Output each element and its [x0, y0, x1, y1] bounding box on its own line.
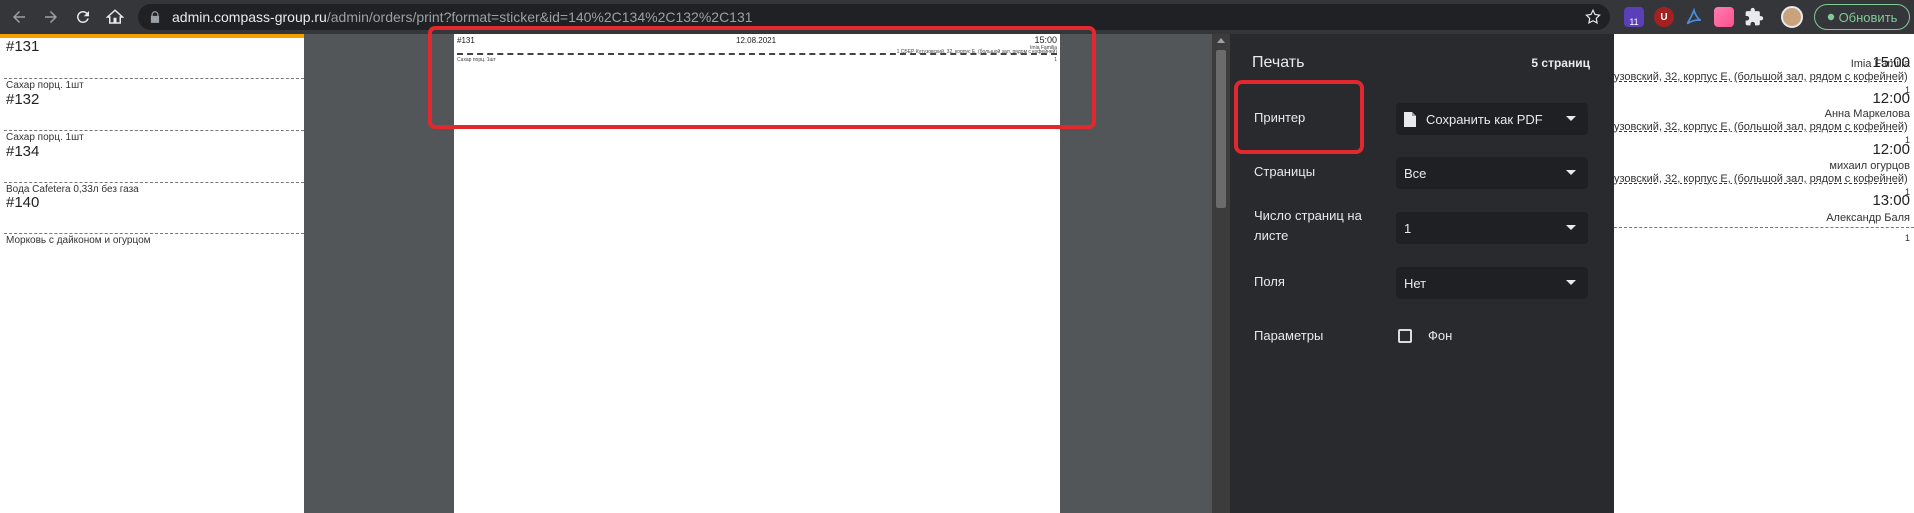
acrobat-icon — [1686, 7, 1702, 25]
extension-u-label: U — [1660, 11, 1668, 23]
chevron-down-icon — [1566, 170, 1576, 175]
background-label[interactable]: Фон — [1428, 328, 1452, 343]
delivery-address: узовский, 32, корпус Е, (большой зал, ря… — [1614, 121, 1908, 133]
lock-icon — [150, 11, 160, 23]
margins-label: Поля — [1254, 274, 1285, 289]
order-item: Сахар порц. 1шт — [6, 80, 84, 91]
customer-name: Анна Маркелова — [1824, 108, 1910, 120]
pages-per-sheet-select[interactable]: 1 — [1396, 212, 1588, 244]
order-time: 13:00 — [1872, 192, 1910, 209]
order-number: #134 — [6, 143, 40, 160]
scrollbar-thumb[interactable] — [1216, 50, 1226, 208]
update-browser-button[interactable]: Обновить — [1814, 4, 1910, 30]
printer-value: Сохранить как PDF — [1426, 111, 1543, 127]
chevron-down-icon — [1566, 225, 1576, 230]
divider — [1614, 227, 1914, 228]
puzzle-icon — [1745, 7, 1764, 26]
accent-bar — [0, 34, 304, 38]
divider — [4, 233, 304, 234]
sticker-highlight-box — [428, 26, 1096, 129]
order-time: 12:00 — [1872, 90, 1910, 107]
order-item: Сахар порц. 1шт — [6, 132, 84, 143]
home-icon — [106, 9, 124, 24]
forward-button[interactable] — [38, 4, 64, 30]
printer-select[interactable]: Сохранить как PDF — [1396, 103, 1588, 135]
preview-scrollbar[interactable] — [1212, 34, 1230, 513]
pages-per-sheet-value: 1 — [1404, 220, 1412, 236]
bookmark-star-icon[interactable] — [1584, 8, 1602, 26]
color-extension-icon[interactable] — [1714, 7, 1734, 27]
chevron-down-icon — [1566, 280, 1576, 285]
pages-select[interactable]: Все — [1396, 157, 1588, 189]
order-number: #132 — [6, 91, 40, 108]
update-label: Обновить — [1838, 9, 1898, 25]
extension-badge: 11 — [1629, 17, 1639, 27]
profile-avatar[interactable] — [1781, 6, 1803, 28]
scroll-up-arrow-icon[interactable] — [1217, 38, 1225, 43]
delivery-address: узовский, 32, корпус Е, (большой зал, ря… — [1614, 173, 1908, 185]
arrow-left-icon — [13, 11, 25, 23]
chevron-down-icon — [1566, 116, 1576, 121]
divider — [4, 130, 304, 131]
document-icon — [1404, 111, 1416, 127]
address-url: admin.compass-group.ru/admin/orders/prin… — [172, 9, 753, 25]
order-number: #140 — [6, 194, 40, 211]
home-button[interactable] — [102, 4, 128, 30]
reload-icon — [77, 10, 89, 23]
options-label: Параметры — [1254, 328, 1324, 343]
dot-icon — [1827, 13, 1834, 21]
back-button[interactable] — [6, 4, 32, 30]
printer-highlight-box — [1234, 80, 1364, 154]
pages-value: Все — [1404, 165, 1427, 181]
divider — [4, 78, 304, 79]
order-number: #131 — [6, 38, 40, 55]
margins-value: Нет — [1404, 275, 1427, 291]
dialog-title: Печать — [1252, 54, 1305, 71]
extensions-puzzle-button[interactable] — [1744, 7, 1764, 27]
order-time: 12:00 — [1872, 141, 1910, 158]
background-checkbox[interactable] — [1398, 329, 1412, 343]
margins-select[interactable]: Нет — [1396, 267, 1588, 299]
order-qty: 1 — [1904, 233, 1910, 243]
customer-name: Александр Баля — [1826, 212, 1910, 224]
calendar-extension-icon[interactable]: 11 — [1624, 7, 1644, 27]
acrobat-extension-icon[interactable] — [1684, 7, 1704, 27]
pages-per-sheet-label: Число страниц на листе — [1254, 208, 1362, 243]
divider — [4, 182, 304, 183]
delivery-address: узовский, 32, корпус Е, (большой зал, ря… — [1614, 71, 1908, 83]
reload-button[interactable] — [70, 4, 96, 30]
order-item: Морковь с дайконом и огурцом — [6, 235, 151, 246]
customer-name: михаил огурцов — [1829, 160, 1910, 172]
arrow-right-icon — [45, 11, 57, 23]
ublock-extension-icon[interactable]: U — [1654, 7, 1674, 27]
pages-label: Страницы — [1254, 164, 1316, 179]
page-count: 5 страниц — [1531, 56, 1590, 70]
order-time: 15:00 — [1872, 54, 1910, 71]
